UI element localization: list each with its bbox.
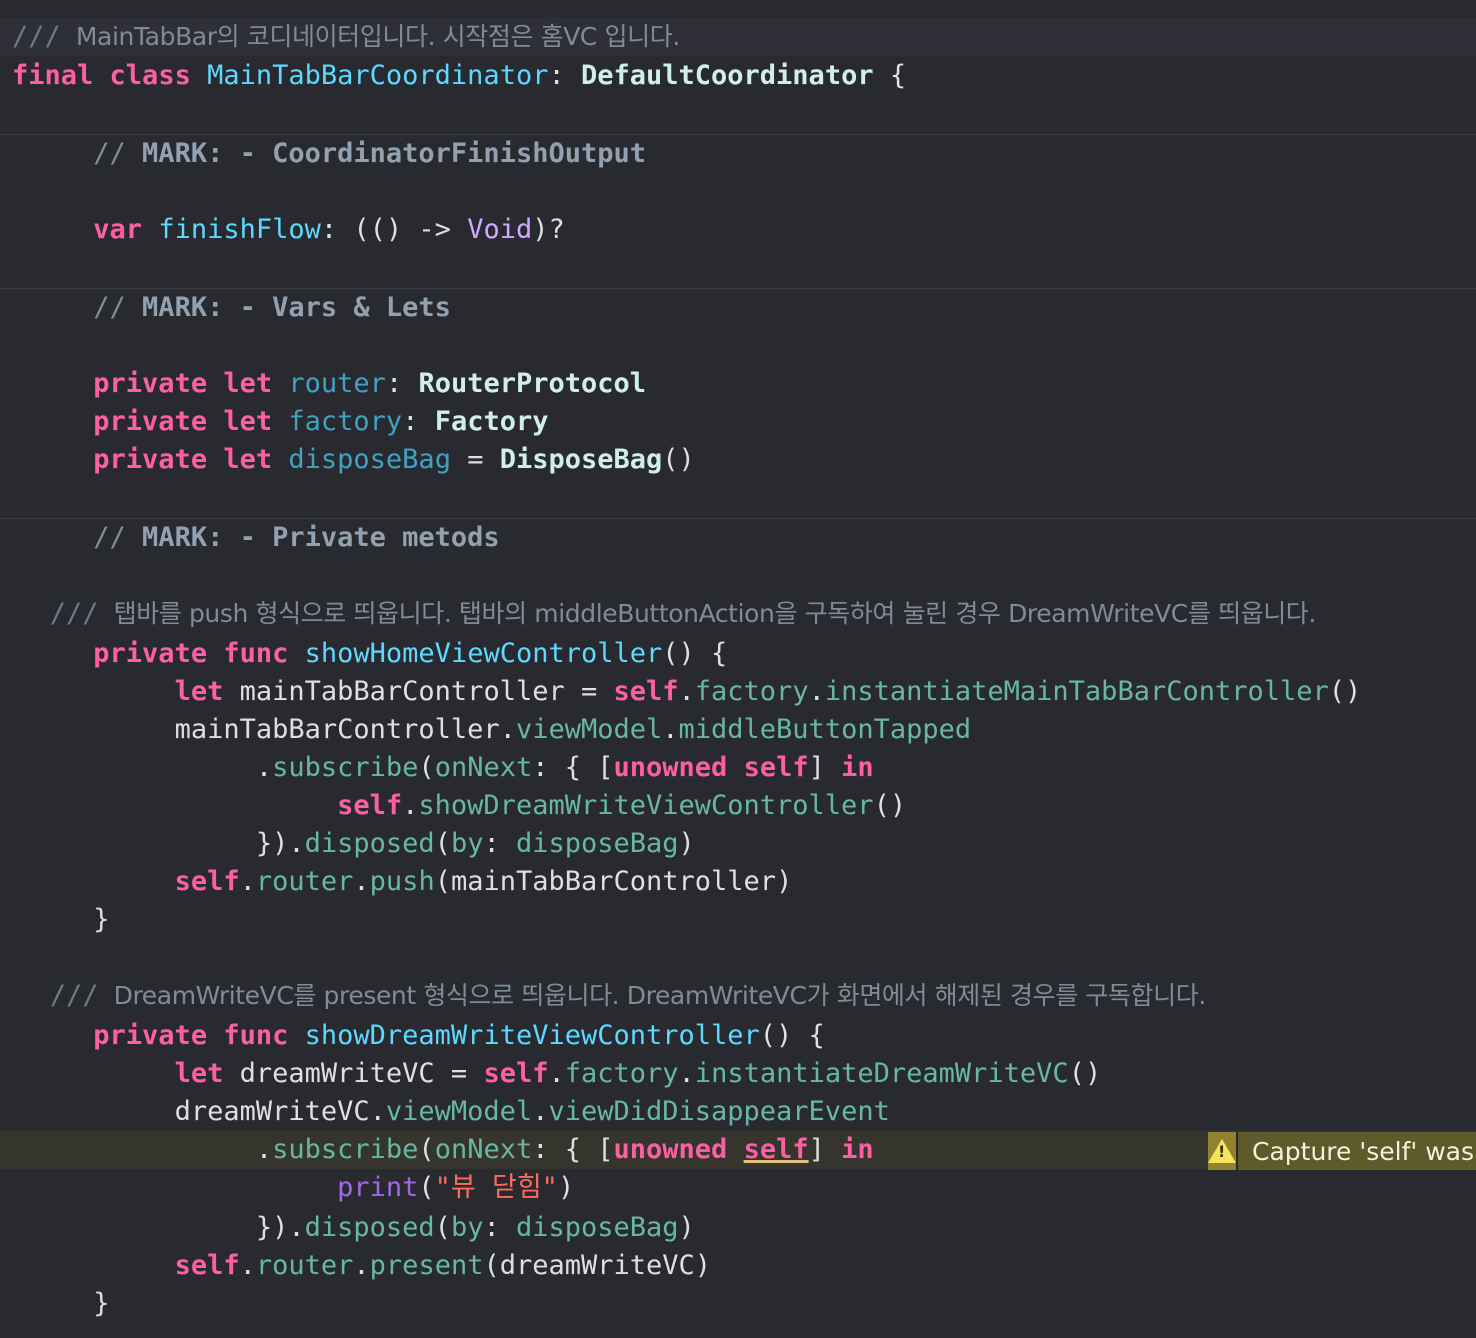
superclass-name: DefaultCoordinator [580, 60, 874, 91]
code-line[interactable]: mainTabBarController.viewModel.middleBut… [0, 711, 1476, 749]
warning-message: Capture 'self' was never used [1252, 1136, 1476, 1166]
doc-comment-coordinator: /// MainTabBar의 코디네이터입니다. 시작점은 홈VC 입니다. [0, 18, 1476, 56]
class-name: MainTabBarCoordinator [207, 60, 549, 91]
class-declaration[interactable]: final class MainTabBarCoordinator: Defau… [0, 57, 1476, 95]
code-line[interactable]: let mainTabBarController = self.factory.… [0, 673, 1476, 711]
dispose-bag-declaration[interactable]: private let disposeBag = DisposeBag() [0, 441, 1476, 479]
code-line[interactable]: } [0, 1285, 1476, 1323]
factory-declaration[interactable]: private let factory: Factory [0, 403, 1476, 441]
code-line[interactable]: .subscribe(onNext: { [unowned self] in [0, 749, 1476, 787]
code-line[interactable]: print("뷰 닫힘") [0, 1169, 1476, 1207]
code-line[interactable]: dreamWriteVC.viewModel.viewDidDisappearE… [0, 1093, 1476, 1131]
mark-private-methods: // MARK: - Private metods [93, 522, 500, 553]
mark-finish-output: // MARK: - CoordinatorFinishOutput [93, 138, 646, 169]
warning-triangle-icon [1208, 1132, 1238, 1170]
code-line[interactable]: self.showDreamWriteViewController() [0, 787, 1476, 825]
router-declaration[interactable]: private let router: RouterProtocol [0, 365, 1476, 403]
code-line[interactable]: self.router.present(dreamWriteVC) [0, 1247, 1476, 1285]
show-dream-write-declaration[interactable]: private func showDreamWriteViewControlle… [0, 1017, 1476, 1055]
code-line[interactable]: self.router.push(mainTabBarController) [0, 863, 1476, 901]
code-line[interactable]: }).disposed(by: disposeBag) [0, 825, 1476, 863]
show-home-declaration[interactable]: private func showHomeViewController() { [0, 635, 1476, 673]
doc-comment-show-dream-write: /// DreamWriteVC를 present 형식으로 띄웁니다. Dre… [49, 980, 1207, 1011]
code-line[interactable]: }).disposed(by: disposeBag) [0, 1209, 1476, 1247]
doc-comment-show-home: /// 탭바를 push 형식으로 띄웁니다. 탭바의 middleButton… [49, 598, 1317, 629]
warning-badge[interactable]: Capture 'self' was never used [1208, 1132, 1476, 1170]
mark-vars-lets: // MARK: - Vars & Lets [93, 292, 451, 323]
finish-flow-declaration[interactable]: var finishFlow: (() -> Void)? [0, 211, 1476, 249]
code-line[interactable]: } [0, 901, 1476, 939]
code-line[interactable]: let dreamWriteVC = self.factory.instanti… [0, 1055, 1476, 1093]
